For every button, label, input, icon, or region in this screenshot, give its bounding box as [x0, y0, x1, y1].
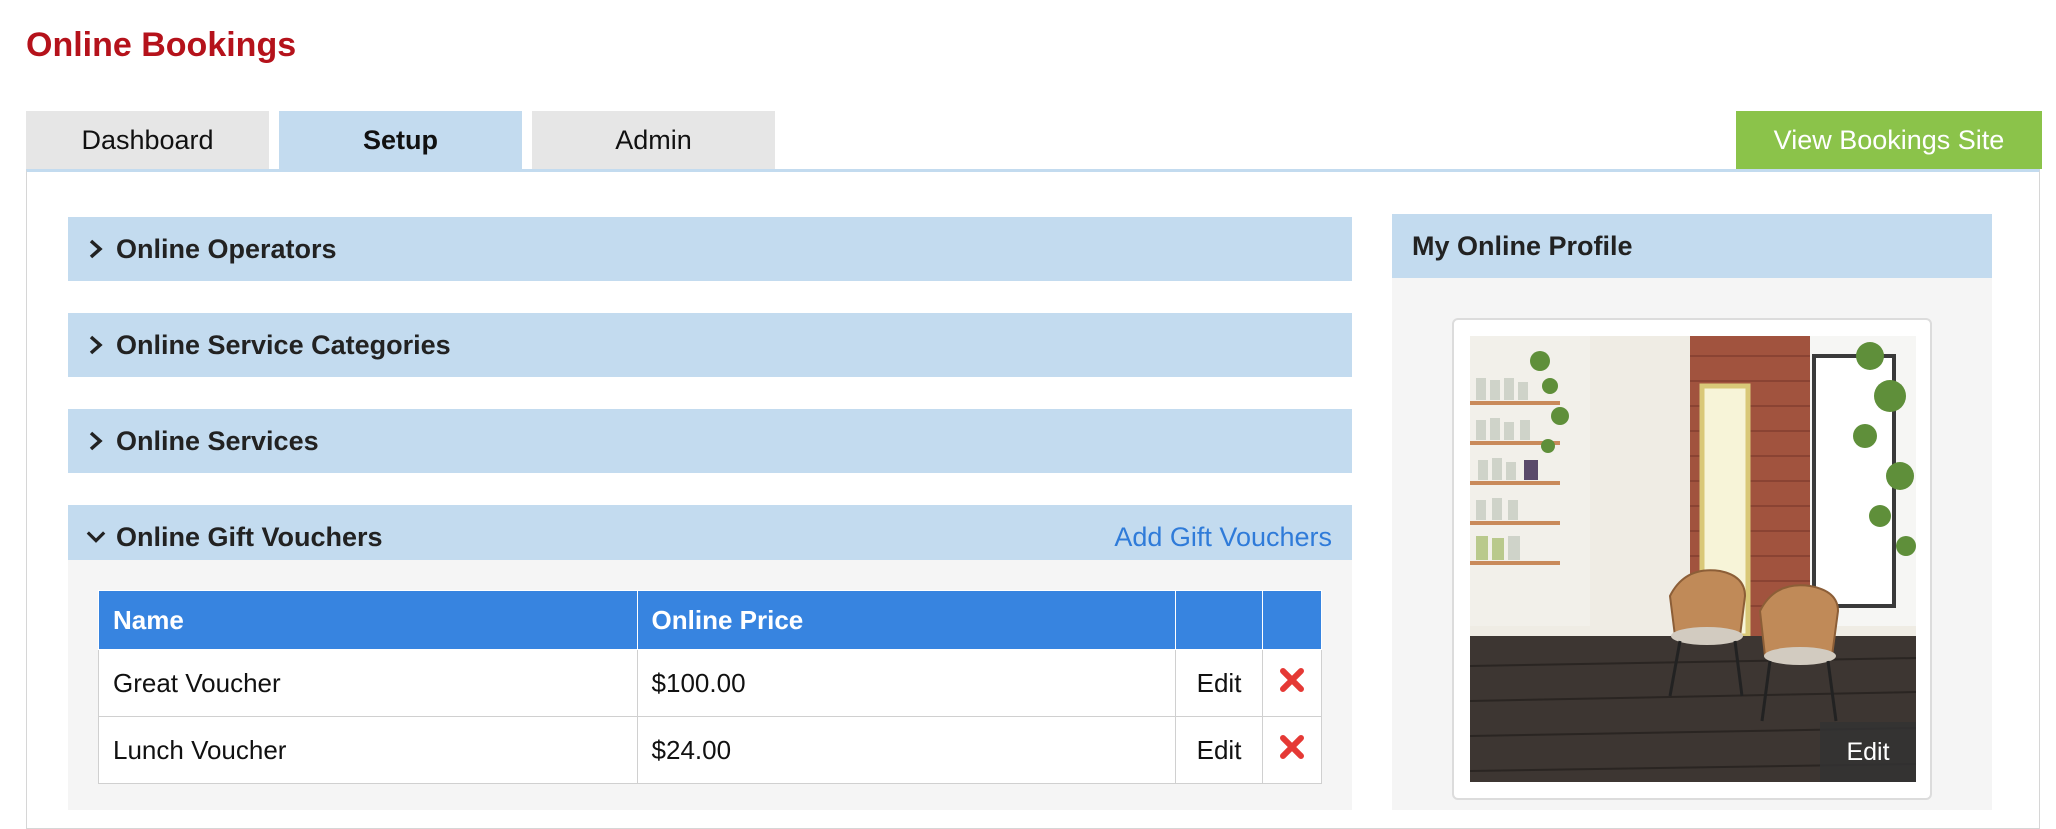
chevron-right-icon — [86, 239, 106, 259]
tab-dashboard[interactable]: Dashboard — [26, 111, 269, 169]
my-online-profile-header: My Online Profile — [1392, 214, 1992, 278]
voucher-name: Lunch Voucher — [98, 716, 638, 784]
tab-admin[interactable]: Admin — [532, 111, 775, 169]
profile-body: Edit — [1392, 278, 1992, 810]
page-title: Online Bookings — [26, 26, 297, 64]
column-header-delete — [1262, 590, 1322, 650]
section-online-services[interactable]: Online Services — [68, 409, 1352, 473]
section-label: Online Operators — [116, 233, 337, 264]
gift-vouchers-body: Name Online Price Great Voucher $100.00 … — [68, 560, 1352, 810]
column-header-online-price[interactable]: Online Price — [636, 590, 1177, 650]
voucher-name: Great Voucher — [98, 649, 638, 717]
section-online-service-categories[interactable]: Online Service Categories — [68, 313, 1352, 377]
table-header-row: Name Online Price — [98, 590, 1322, 650]
profile-photo: Edit — [1470, 336, 1916, 782]
salon-interior-image — [1470, 336, 1916, 782]
view-bookings-site-button[interactable]: View Bookings Site — [1736, 111, 2042, 169]
profile-photo-edit-button[interactable]: Edit — [1820, 722, 1916, 782]
section-online-operators[interactable]: Online Operators — [68, 217, 1352, 281]
delete-x-icon — [1280, 667, 1304, 692]
section-label: Online Services — [116, 425, 319, 456]
add-gift-vouchers-link[interactable]: Add Gift Vouchers — [1114, 522, 1332, 553]
gift-vouchers-table: Name Online Price Great Voucher $100.00 … — [98, 590, 1322, 784]
delete-x-icon — [1280, 734, 1304, 759]
column-header-name[interactable]: Name — [98, 590, 638, 650]
profile-photo-frame: Edit — [1452, 318, 1932, 800]
column-header-edit — [1175, 590, 1263, 650]
table-row: Lunch Voucher $24.00 Edit — [98, 716, 1322, 784]
edit-voucher-link[interactable]: Edit — [1175, 649, 1263, 717]
chevron-right-icon — [86, 335, 106, 355]
section-label: Online Gift Vouchers — [116, 521, 383, 552]
voucher-price: $100.00 — [636, 649, 1177, 717]
section-label: Online Service Categories — [116, 329, 451, 360]
voucher-price: $24.00 — [636, 716, 1177, 784]
edit-voucher-link[interactable]: Edit — [1175, 716, 1263, 784]
table-row: Great Voucher $100.00 Edit — [98, 649, 1322, 717]
tab-setup[interactable]: Setup — [279, 111, 522, 169]
delete-voucher-button[interactable] — [1262, 716, 1322, 784]
chevron-down-icon — [86, 527, 106, 547]
delete-voucher-button[interactable] — [1262, 649, 1322, 717]
main-tabs: Dashboard Setup Admin — [26, 111, 775, 169]
chevron-right-icon — [86, 431, 106, 451]
